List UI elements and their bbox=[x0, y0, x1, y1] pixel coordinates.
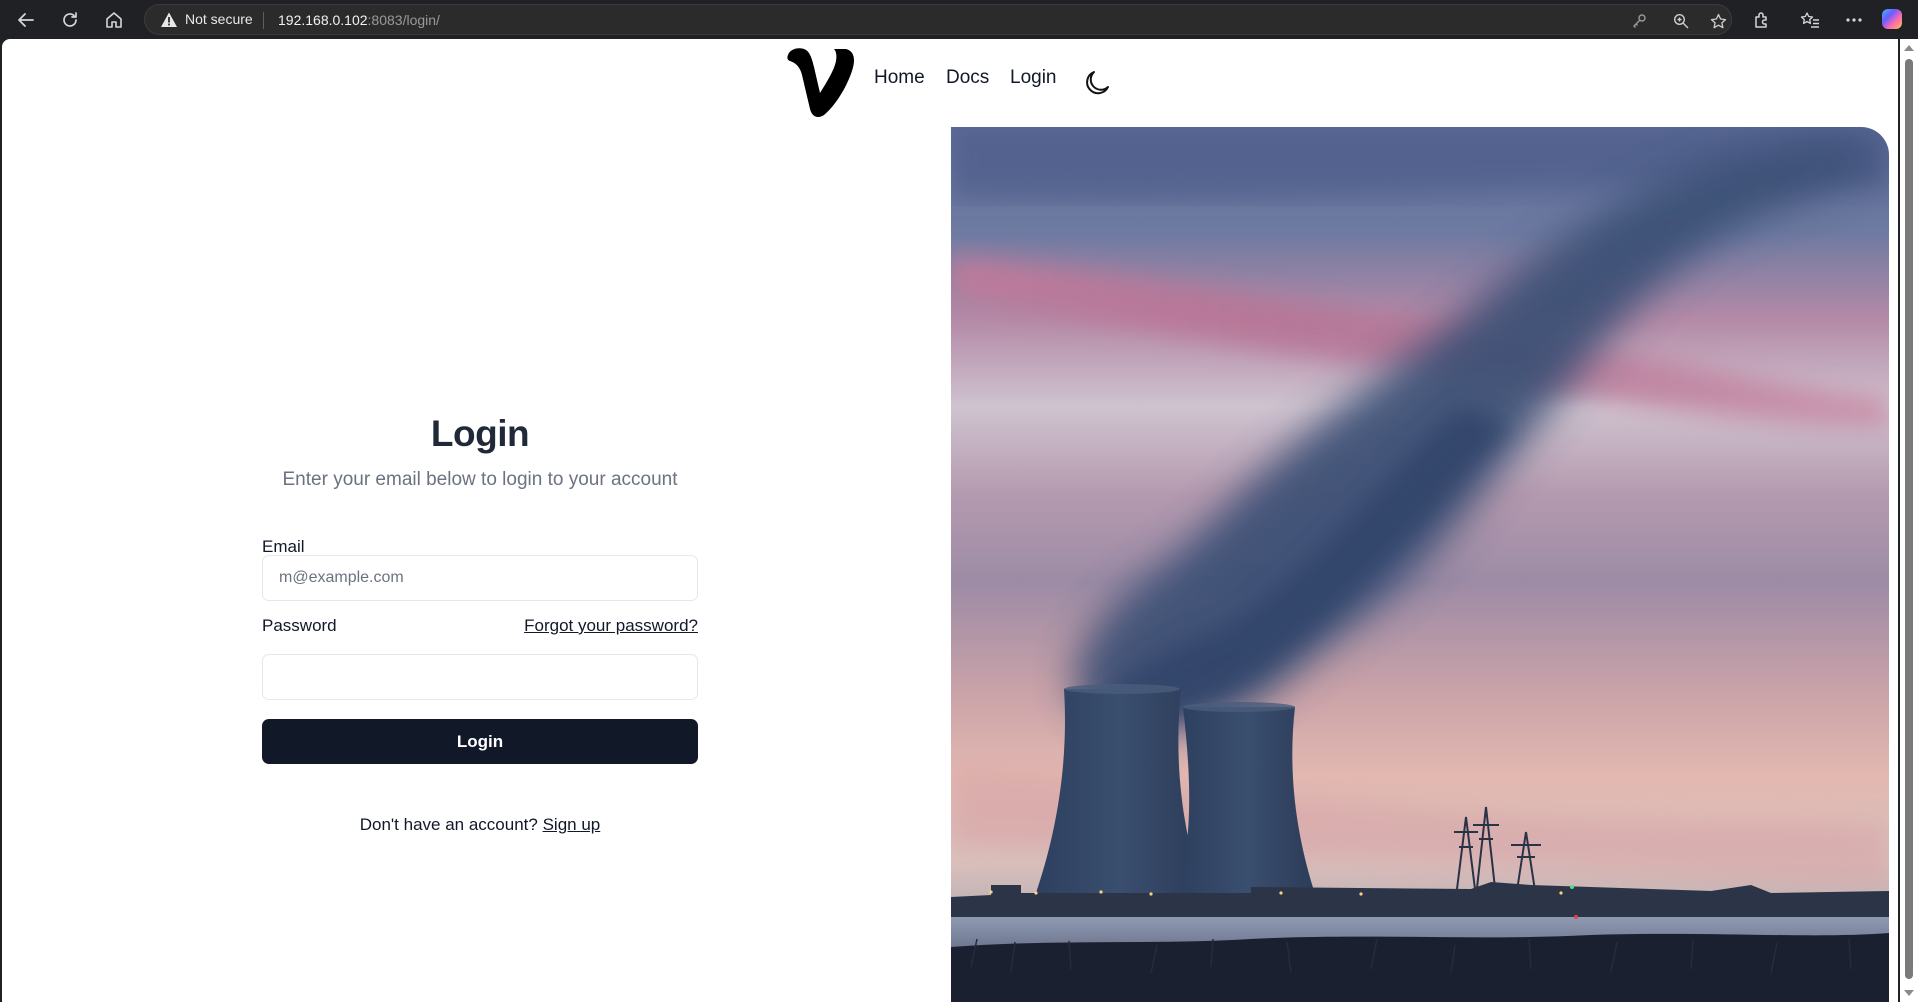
signup-link[interactable]: Sign up bbox=[543, 815, 601, 834]
v-logo[interactable] bbox=[784, 45, 856, 117]
forgot-password-link[interactable]: Forgot your password? bbox=[522, 616, 698, 636]
favorites-list-icon[interactable] bbox=[1796, 6, 1824, 34]
url-host: 192.168.0.102 bbox=[278, 12, 368, 28]
more-icon[interactable] bbox=[1840, 6, 1868, 34]
copilot-icon[interactable] bbox=[1882, 9, 1902, 29]
moon-icon[interactable] bbox=[1082, 68, 1112, 98]
signup-prompt: Don't have an account? bbox=[359, 815, 538, 834]
security-status[interactable]: Not secure bbox=[185, 11, 253, 27]
key-icon[interactable] bbox=[1628, 10, 1650, 32]
nav-home-link[interactable]: Home bbox=[874, 67, 925, 89]
divider bbox=[263, 12, 264, 29]
browser-toolbar: Not secure 192.168.0.102:8083/login/ bbox=[0, 0, 1918, 39]
home-icon[interactable] bbox=[100, 6, 128, 34]
signup-row: Don't have an account? Sign up bbox=[262, 815, 698, 835]
scroll-down-icon[interactable] bbox=[1904, 990, 1914, 996]
email-field[interactable] bbox=[262, 555, 698, 601]
login-button[interactable]: Login bbox=[262, 719, 698, 764]
nav-login-link[interactable]: Login bbox=[1010, 67, 1057, 89]
email-label: Email bbox=[262, 537, 305, 556]
favorite-star-icon[interactable] bbox=[1707, 10, 1729, 32]
warning-icon bbox=[160, 11, 178, 29]
site-header: Home Docs Login bbox=[2, 39, 1898, 119]
reload-icon[interactable] bbox=[56, 6, 84, 34]
scroll-up-icon[interactable] bbox=[1904, 45, 1914, 51]
page-subtitle: Enter your email below to login to your … bbox=[282, 469, 678, 490]
page-title: Login bbox=[430, 413, 530, 454]
scrollbar-thumb[interactable] bbox=[1905, 59, 1913, 979]
hero-image bbox=[951, 127, 1889, 1002]
password-field[interactable] bbox=[262, 654, 698, 700]
password-label: Password bbox=[262, 616, 337, 635]
page-scrollbar[interactable] bbox=[1900, 39, 1918, 1002]
back-icon[interactable] bbox=[12, 6, 40, 34]
page-viewport: Home Docs Login Login Enter your email b… bbox=[2, 39, 1898, 1002]
zoom-icon[interactable] bbox=[1670, 10, 1692, 32]
url-text[interactable]: 192.168.0.102:8083/login/ bbox=[278, 12, 440, 28]
nav-docs-link[interactable]: Docs bbox=[946, 67, 989, 89]
extensions-icon[interactable] bbox=[1748, 6, 1776, 34]
address-bar[interactable]: Not secure 192.168.0.102:8083/login/ bbox=[144, 4, 1732, 35]
url-path: :8083/login/ bbox=[367, 12, 440, 28]
